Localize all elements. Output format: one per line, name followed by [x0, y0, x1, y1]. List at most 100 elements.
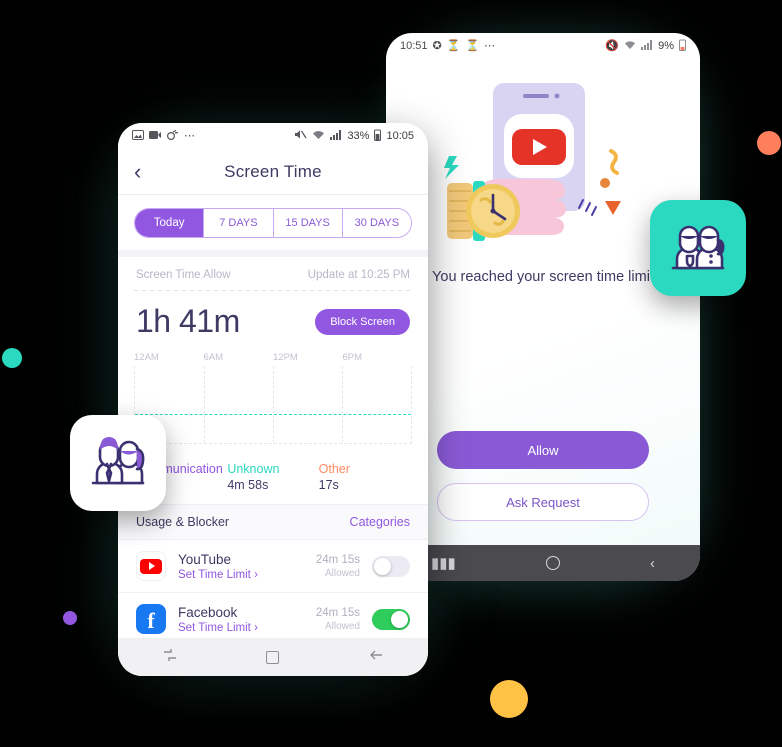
left-phone: ⋯ 33% 10:05 ‹ Screen Time Today 7 DAYS 1…	[118, 123, 428, 676]
recent-apps-bars-icon[interactable]: ▮▮▮	[431, 554, 456, 572]
chevron-right-icon: ›	[254, 568, 258, 581]
chart-bar	[243, 366, 253, 443]
screen-time-header: ‹ Screen Time	[118, 149, 428, 195]
facebook-icon: f	[136, 604, 166, 634]
screen-time-allow-label: Screen Time Allow	[136, 269, 231, 281]
chart-bar	[213, 366, 223, 443]
teal-dot	[2, 348, 22, 368]
tab-7-days[interactable]: 7 DAYS	[204, 209, 274, 237]
update-time-label: Update at 10:25 PM	[307, 269, 410, 281]
chart-bar	[233, 366, 243, 443]
legend-label-unknown: Unknown	[227, 462, 280, 476]
image-icon	[132, 129, 144, 143]
left-status-bar: ⋯ 33% 10:05	[118, 123, 428, 149]
left-status-time: 10:05	[386, 130, 414, 142]
more-icon: ⋯	[484, 39, 496, 52]
chart-tick-3: 6PM	[342, 352, 363, 363]
app-usage-time: 24m 15s	[315, 553, 360, 566]
range-tabs-container: Today 7 DAYS 15 DAYS 30 DAYS	[118, 195, 428, 250]
app-name: Facebook	[178, 604, 238, 620]
set-time-limit-link[interactable]: Set Time Limit ›	[178, 569, 316, 581]
screen-time-allow-row: Screen Time Allow Update at 10:25 PM	[118, 257, 428, 287]
purple-dot	[63, 611, 77, 625]
set-time-limit-link[interactable]: Set Time Limit ›	[178, 622, 316, 634]
chart-tick-0: 12AM	[134, 352, 159, 363]
wifi-icon	[624, 40, 636, 53]
tab-15-days[interactable]: 15 DAYS	[273, 209, 343, 237]
chart-bar	[253, 366, 263, 443]
orange-dot	[757, 131, 781, 155]
family-kids-icon[interactable]	[650, 200, 746, 296]
right-navbar: ▮▮▮ ‹	[386, 545, 700, 581]
legend-label-other: Other	[318, 462, 350, 476]
right-phone-actions: Allow Ask Request	[437, 431, 649, 521]
section-divider	[118, 250, 428, 257]
back-chevron-icon[interactable]: ‹	[650, 555, 655, 572]
chevron-right-icon: ›	[254, 621, 258, 634]
screen-time-limit-message: You reached your screen time limit	[432, 269, 654, 285]
usage-chart: 12AM 6AM 12PM 6PM	[134, 352, 412, 452]
chart-tick-2: 12PM	[273, 352, 298, 363]
mute-icon	[294, 129, 307, 143]
block-screen-button[interactable]: Block Screen	[315, 308, 410, 335]
battery-low-icon	[679, 39, 686, 54]
back-button[interactable]: ‹	[134, 160, 141, 183]
set-time-limit-label: Set Time Limit	[178, 621, 251, 634]
app-name: YouTube	[178, 551, 232, 567]
right-status-time: 10:51	[400, 40, 428, 52]
right-phone: 10:51 ✪ ⏳ ⏳ ⋯ 🔇 9% You reached your scre…	[386, 33, 700, 581]
chart-bar	[223, 366, 233, 443]
app-toggle[interactable]	[372, 608, 410, 630]
set-time-limit-label: Set Time Limit	[178, 568, 251, 581]
right-phone-body: You reached your screen time limit Allow…	[386, 59, 700, 545]
family-parents-icon[interactable]	[70, 415, 166, 511]
signal-icon	[330, 129, 342, 143]
home-square-icon[interactable]	[266, 650, 280, 664]
screenshot-root: 10:51 ✪ ⏳ ⏳ ⋯ 🔇 9% You reached your scre…	[0, 0, 782, 747]
home-circle-icon[interactable]	[545, 556, 560, 570]
usage-blocker-title: Usage & Blocker	[136, 515, 230, 529]
hand-watch-phone-youtube-illustration	[433, 73, 653, 253]
chart-bar	[193, 366, 203, 443]
app-state-label: Allowed	[324, 620, 360, 632]
wifi-icon	[312, 130, 325, 143]
battery-icon	[374, 129, 382, 144]
total-time-row: 1h 41m Block Screen	[118, 291, 428, 346]
left-navbar	[118, 638, 428, 676]
screen-record-icon	[166, 129, 179, 143]
yellow-dot	[490, 680, 528, 718]
recent-apps-icon[interactable]	[162, 648, 178, 667]
app-state-label: Allowed	[324, 567, 360, 579]
legend-item-other: Other 17s	[319, 462, 410, 492]
app-usage-time: 24m 15s	[315, 606, 360, 619]
range-tabs: Today 7 DAYS 15 DAYS 30 DAYS	[134, 208, 412, 238]
page-title: Screen Time	[224, 161, 322, 181]
alarm-icon-2: ⏳	[465, 39, 480, 52]
video-icon	[149, 130, 161, 143]
chart-plot	[134, 366, 412, 444]
usage-blocker-section: Usage & Blocker Categories	[118, 504, 428, 540]
ask-request-button[interactable]: Ask Request	[437, 483, 649, 521]
chart-bars	[135, 366, 411, 443]
total-screen-time: 1h 41m	[136, 303, 240, 339]
legend-value-other: 17s	[318, 478, 339, 492]
table-row[interactable]: YouTube Set Time Limit › 24m 15s Allowed	[118, 540, 428, 593]
chart-tick-1: 6AM	[203, 352, 224, 363]
legend-item-unknown: Unknown 4m 58s	[227, 462, 318, 492]
airplane-icon: ✪	[432, 39, 442, 52]
signal-icon	[641, 39, 653, 53]
mute-icon: 🔇	[605, 39, 620, 52]
app-toggle[interactable]	[372, 555, 410, 577]
alarm-icon: ⏳	[446, 39, 461, 52]
allow-button[interactable]: Allow	[437, 431, 649, 469]
tab-30-days[interactable]: 30 DAYS	[342, 209, 411, 237]
chart-bar	[203, 366, 213, 443]
categories-link[interactable]: Categories	[350, 515, 410, 529]
back-arrow-icon[interactable]	[368, 648, 384, 667]
left-battery-text: 33%	[347, 130, 370, 142]
youtube-icon	[136, 551, 166, 581]
right-status-bar: 10:51 ✪ ⏳ ⏳ ⋯ 🔇 9%	[386, 33, 700, 59]
more-icon: ⋯	[184, 129, 195, 142]
tab-today[interactable]: Today	[135, 209, 205, 237]
chart-x-ticks: 12AM 6AM 12PM 6PM	[134, 352, 412, 366]
